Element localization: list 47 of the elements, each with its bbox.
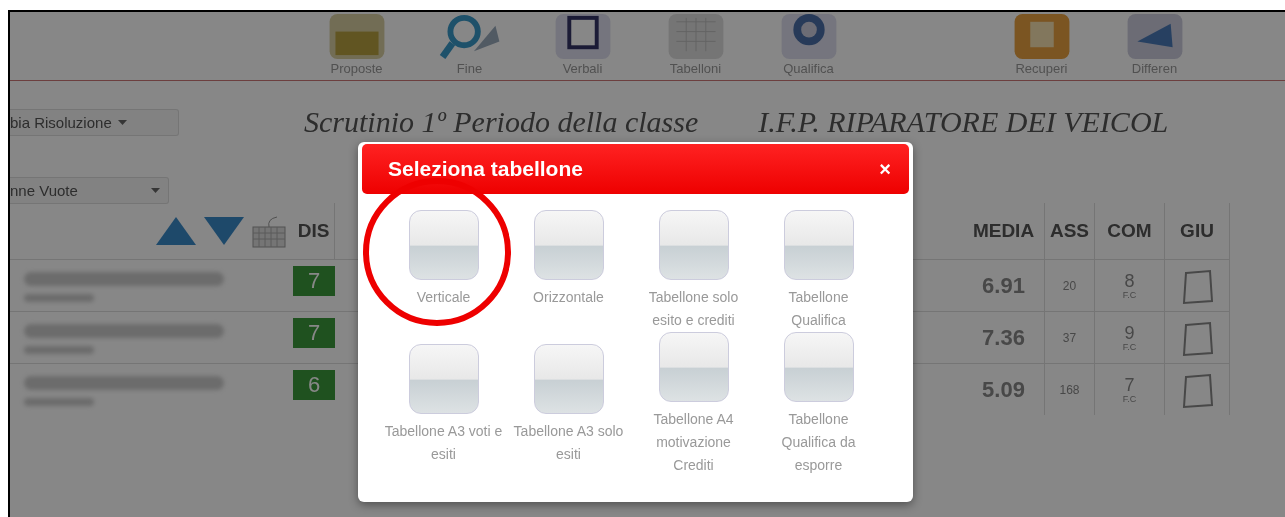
- conduct-grade: 8: [1124, 271, 1135, 290]
- glossy-icon: [533, 210, 604, 280]
- table-option[interactable]: Tabellone A4 motivazione Crediti: [631, 332, 756, 477]
- caret-icon: [151, 188, 160, 193]
- dialog-title: Seleziona tabellone: [388, 157, 583, 181]
- glossy-icon: [783, 332, 854, 402]
- search-icon: [437, 12, 502, 59]
- grade-cell: 7: [293, 318, 335, 348]
- glossy-icon: [533, 344, 604, 414]
- blurred-name: [24, 398, 94, 406]
- table-option[interactable]: Tabellone Qualifica da esporre: [756, 332, 881, 477]
- column-header: GIU: [1165, 203, 1230, 259]
- columns-dropdown[interactable]: nne Vuote: [10, 177, 169, 204]
- average-cell: 6.91: [963, 259, 1045, 311]
- absences-cell: 20: [1045, 259, 1095, 311]
- table-option[interactable]: Orizzontale: [506, 210, 631, 309]
- caret-icon: [117, 120, 127, 125]
- close-button[interactable]: ×: [879, 157, 891, 181]
- column-header: MEDIA: [963, 203, 1045, 259]
- glossy-icon: [408, 344, 479, 414]
- grade-cell: 6: [293, 370, 335, 400]
- average-cell: 7.36: [963, 311, 1045, 363]
- keyboard-icon[interactable]: [251, 213, 287, 249]
- glossy-icon: [658, 210, 729, 280]
- conduct-grade: 9: [1124, 323, 1135, 342]
- blurred-name: [24, 346, 94, 354]
- blurred-name: [24, 294, 94, 302]
- absences-cell: 37: [1045, 311, 1095, 363]
- glossy-icon: [783, 210, 854, 280]
- table-option[interactable]: Tabellone A3 voti e esiti: [381, 344, 506, 466]
- page-title: Scrutinio 1º Periodo della classe I.F.P. RIPARATORE DEI VEICOL: [304, 105, 1169, 139]
- resolution-dropdown[interactable]: bia Risoluzione: [10, 109, 179, 136]
- average-cell: 5.09: [963, 363, 1045, 415]
- up-arrow-icon[interactable]: [155, 215, 197, 247]
- down-arrow-icon[interactable]: [203, 215, 245, 247]
- column-header: COM: [1095, 203, 1165, 259]
- table-option[interactable]: Tabellone Qualifica: [756, 210, 881, 332]
- conduct-grade: 7: [1124, 375, 1135, 394]
- absences-cell: 168: [1045, 363, 1095, 415]
- column-header: DIS: [293, 203, 335, 259]
- glossy-icon: [658, 332, 729, 402]
- table-option[interactable]: Verticale: [381, 210, 506, 309]
- glossy-icon: [408, 210, 479, 280]
- table-option[interactable]: Tabellone A3 solo esiti: [506, 344, 631, 466]
- grade-cell: 7: [293, 266, 335, 296]
- column-header: ASS: [1045, 203, 1095, 259]
- table-option[interactable]: Tabellone solo esito e crediti: [631, 210, 756, 332]
